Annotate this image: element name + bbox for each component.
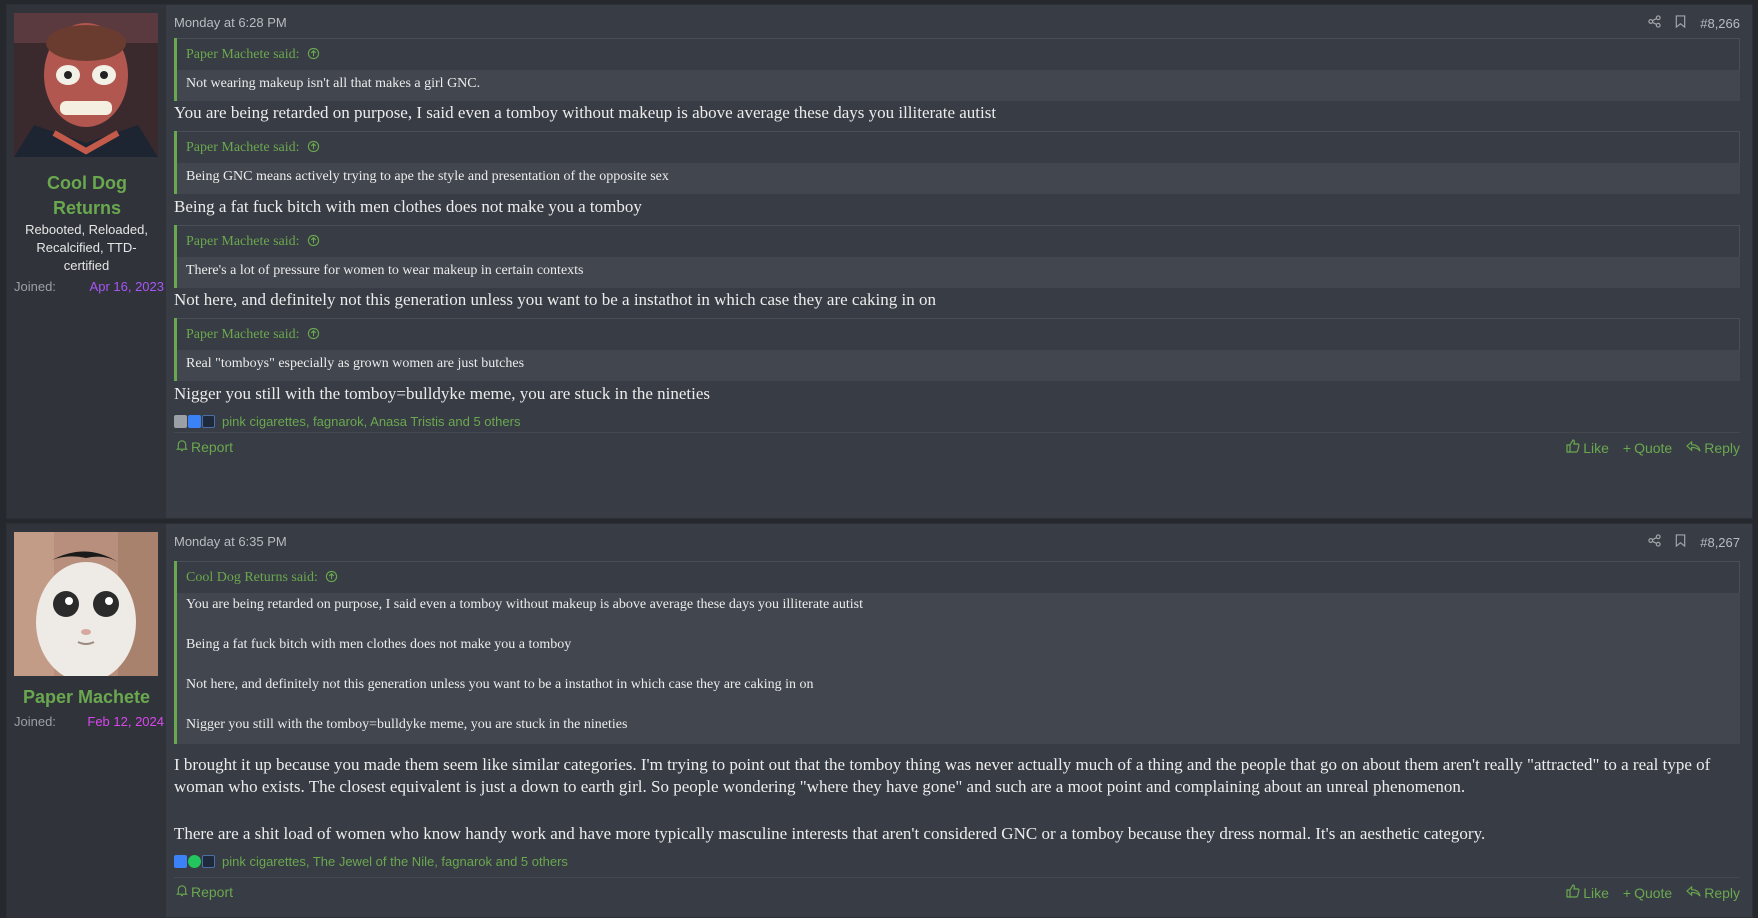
bell-icon bbox=[176, 884, 188, 900]
username[interactable]: Cool Dog Returns bbox=[27, 171, 147, 221]
avatar[interactable] bbox=[14, 532, 158, 676]
like-icon bbox=[174, 854, 187, 868]
reply-text: Nigger you still with the tomboy=bulldyk… bbox=[174, 384, 711, 403]
post-number[interactable]: #8,266 bbox=[1700, 16, 1740, 31]
quote-line: Nigger you still with the tomboy=bulldyk… bbox=[186, 717, 628, 732]
reaction-users[interactable]: pink cigarettes, The Jewel of the Nile, … bbox=[222, 854, 568, 869]
bell-icon bbox=[176, 439, 188, 455]
quote-block: Paper Machete said: There's a lot of pre… bbox=[174, 225, 1740, 288]
reply-button[interactable]: Reply bbox=[1686, 884, 1740, 901]
share-icon[interactable] bbox=[1648, 534, 1661, 550]
post-8266: Cool Dog Returns Rebooted, Reloaded, Rec… bbox=[6, 4, 1753, 519]
plus-icon: + bbox=[1622, 439, 1632, 456]
quote-line: Being a fat fuck bitch with men clothes … bbox=[186, 637, 572, 652]
quote-author[interactable]: Paper Machete said: bbox=[186, 47, 300, 62]
post-footer: Report Like + Quote Reply bbox=[174, 432, 1740, 463]
reaction-users[interactable]: pink cigarettes, fagnarok, Anasa Tristis… bbox=[222, 414, 520, 429]
quote-author-row[interactable]: Paper Machete said: bbox=[177, 225, 1740, 257]
reply-text: You are being retarded on purpose, I sai… bbox=[174, 103, 997, 122]
thumbs-up-icon bbox=[1566, 439, 1580, 456]
quote-text: Not wearing makeup isn't all that makes … bbox=[186, 76, 481, 91]
quote-author-row[interactable]: Paper Machete said: bbox=[177, 38, 1740, 70]
reply-text: Not here, and definitely not this genera… bbox=[174, 290, 936, 309]
bookmark-icon[interactable] bbox=[1675, 15, 1686, 31]
quote-author-row[interactable]: Paper Machete said: bbox=[177, 131, 1740, 163]
quote-author[interactable]: Paper Machete said: bbox=[186, 140, 300, 155]
quote-jump-icon[interactable] bbox=[307, 327, 320, 342]
quote-author-row[interactable]: Paper Machete said: bbox=[177, 318, 1740, 350]
post-body-paragraph: I brought it up because you made them se… bbox=[174, 755, 1711, 796]
plus-icon: + bbox=[1622, 884, 1632, 901]
quote-label: Quote bbox=[1634, 884, 1673, 901]
post-header: Monday at 6:28 PM #8,266 bbox=[174, 13, 1740, 35]
quote-block: Paper Machete said: Not wearing makeup i… bbox=[174, 38, 1740, 101]
like-icon bbox=[188, 414, 201, 428]
post-header: Monday at 6:35 PM #8,267 bbox=[174, 532, 1740, 554]
gravestone-icon bbox=[174, 414, 187, 428]
quote-jump-icon[interactable] bbox=[307, 47, 320, 62]
quote-line: You are being retarded on purpose, I sai… bbox=[186, 597, 863, 612]
like-button[interactable]: Like bbox=[1566, 884, 1609, 901]
quote-button[interactable]: + Quote bbox=[1623, 439, 1672, 456]
avatar[interactable] bbox=[14, 13, 158, 157]
like-button[interactable]: Like bbox=[1566, 439, 1609, 456]
user-sidebar: Cool Dog Returns Rebooted, Reloaded, Rec… bbox=[7, 5, 166, 518]
username[interactable]: Paper Machete bbox=[7, 685, 166, 710]
post-date[interactable]: Monday at 6:28 PM bbox=[174, 15, 287, 30]
quote-label: Quote bbox=[1634, 439, 1673, 456]
joined-label: Joined: bbox=[14, 714, 56, 729]
quote-button[interactable]: + Quote bbox=[1623, 884, 1672, 901]
reply-label: Reply bbox=[1704, 884, 1740, 901]
report-button[interactable]: Report bbox=[176, 439, 233, 455]
reply-label: Reply bbox=[1704, 439, 1740, 456]
reply-text: Being a fat fuck bitch with men clothes … bbox=[174, 197, 642, 216]
quote-block: Cool Dog Returns said: You are being ret… bbox=[174, 561, 1740, 744]
reactions-bar: pink cigarettes, The Jewel of the Nile, … bbox=[174, 851, 568, 871]
bookmark-icon[interactable] bbox=[1675, 534, 1686, 550]
quote-jump-icon[interactable] bbox=[307, 140, 320, 155]
quote-jump-icon[interactable] bbox=[325, 570, 338, 585]
quote-author[interactable]: Paper Machete said: bbox=[186, 234, 300, 249]
report-label: Report bbox=[191, 439, 234, 455]
report-button[interactable]: Report bbox=[176, 884, 233, 900]
user-title: Rebooted, Reloaded, Recalcified, TTD-cer… bbox=[25, 222, 148, 273]
joined-date: Feb 12, 2024 bbox=[87, 714, 164, 729]
post-main: Monday at 6:28 PM #8,266 Paper Machete s… bbox=[166, 5, 1752, 518]
reaction-icons[interactable] bbox=[174, 854, 216, 868]
checkmark-icon bbox=[188, 854, 201, 868]
post-date[interactable]: Monday at 6:35 PM bbox=[174, 534, 287, 549]
quote-block: Paper Machete said: Real "tomboys" espec… bbox=[174, 318, 1740, 381]
quote-text: Real "tomboys" especially as grown women… bbox=[186, 356, 525, 371]
reply-button[interactable]: Reply bbox=[1686, 439, 1740, 456]
post-main: Monday at 6:35 PM #8,267 Cool Dog Return… bbox=[166, 524, 1752, 917]
quote-line: Not here, and definitely not this genera… bbox=[186, 677, 814, 692]
reaction-icons[interactable] bbox=[174, 414, 216, 428]
quote-jump-icon[interactable] bbox=[307, 234, 320, 249]
share-icon[interactable] bbox=[1648, 15, 1661, 31]
reply-arrow-icon bbox=[1686, 440, 1701, 456]
quote-text: You are being retarded on purpose, I sai… bbox=[177, 593, 1740, 736]
quote-block: Paper Machete said: Being GNC means acti… bbox=[174, 131, 1740, 194]
quote-text: There's a lot of pressure for women to w… bbox=[186, 263, 584, 278]
reply-arrow-icon bbox=[1686, 885, 1701, 901]
post-number[interactable]: #8,267 bbox=[1700, 535, 1740, 550]
joined-date: Apr 16, 2023 bbox=[89, 279, 164, 294]
post-footer: Report Like + Quote Reply bbox=[174, 877, 1740, 908]
joined-label: Joined: bbox=[14, 279, 56, 294]
report-label: Report bbox=[191, 884, 234, 900]
like-label: Like bbox=[1583, 439, 1609, 456]
post-body-paragraph: There are a shit load of women who know … bbox=[174, 824, 1486, 843]
post-8267: Paper Machete Joined: Feb 12, 2024 Monda… bbox=[6, 523, 1753, 918]
quote-text: Being GNC means actively trying to ape t… bbox=[186, 169, 669, 184]
top-hat-icon bbox=[202, 414, 215, 428]
quote-author[interactable]: Paper Machete said: bbox=[186, 327, 300, 342]
like-label: Like bbox=[1583, 884, 1609, 901]
quote-author-row[interactable]: Cool Dog Returns said: bbox=[177, 561, 1740, 593]
user-sidebar: Paper Machete Joined: Feb 12, 2024 bbox=[7, 524, 166, 917]
thumbs-up-icon bbox=[1566, 884, 1580, 901]
top-hat-icon bbox=[202, 854, 215, 868]
reactions-bar: pink cigarettes, fagnarok, Anasa Tristis… bbox=[174, 411, 520, 431]
quote-author[interactable]: Cool Dog Returns said: bbox=[186, 570, 318, 585]
